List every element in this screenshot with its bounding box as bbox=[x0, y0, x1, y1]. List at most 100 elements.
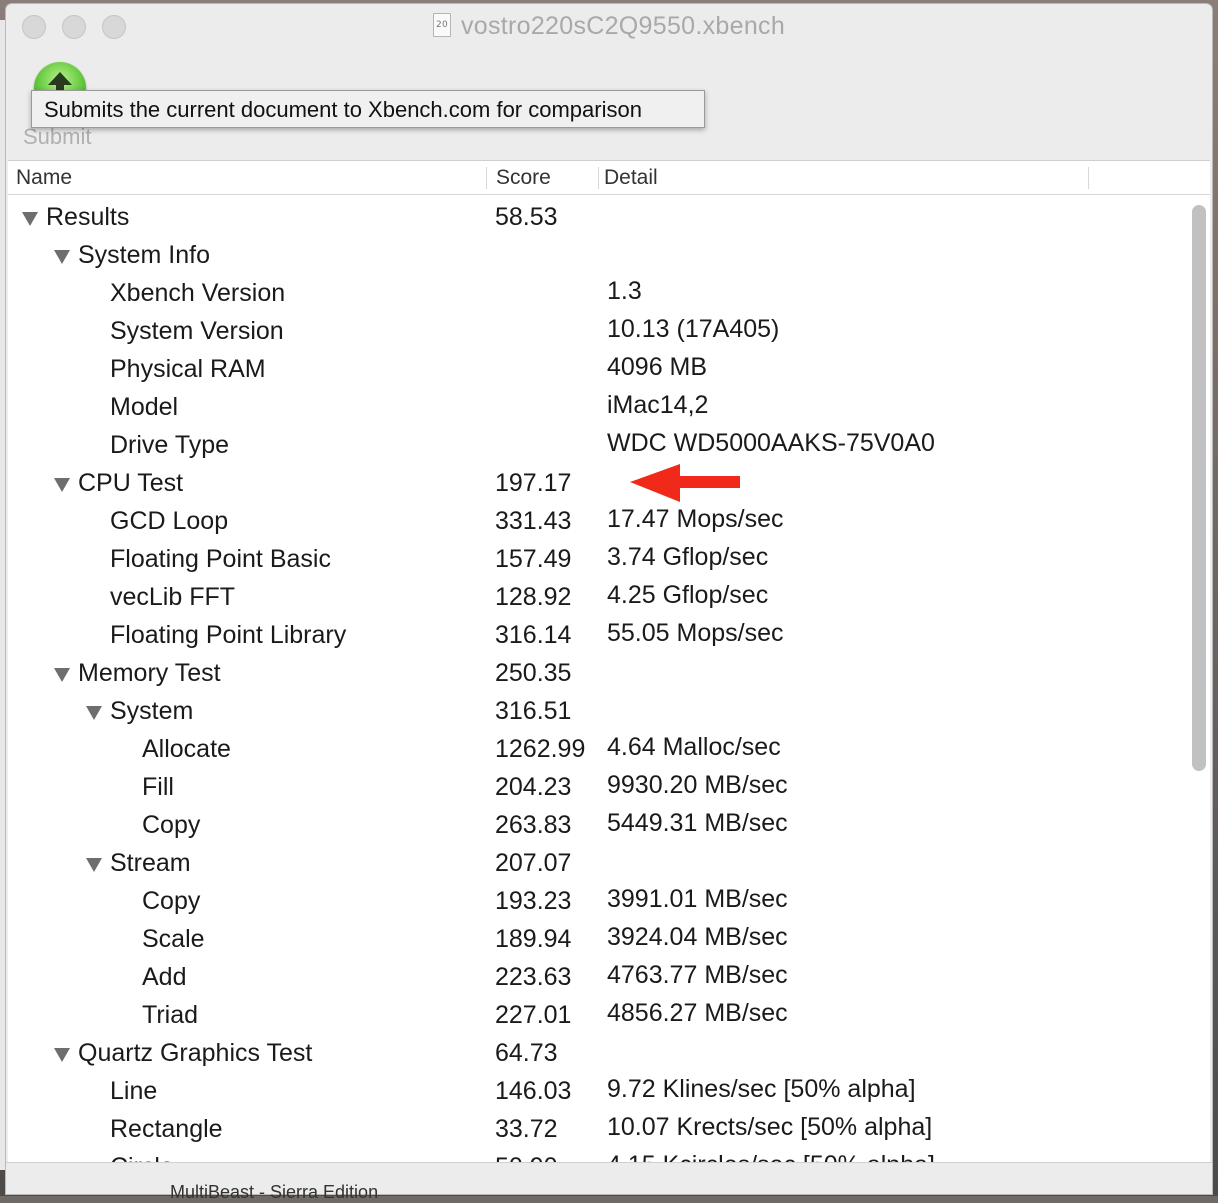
submit-tooltip: Submits the current document to Xbench.c… bbox=[31, 90, 705, 128]
table-row[interactable]: Memory Test 250.35 bbox=[8, 655, 1188, 693]
row-name: Scale bbox=[142, 925, 205, 953]
disclosure-triangle-icon[interactable] bbox=[54, 478, 70, 492]
xbench-window: 20 vostro220sC2Q9550.xbench Submit Submit… bbox=[6, 4, 1212, 1194]
window-title: vostro220sC2Q9550.xbench bbox=[460, 12, 786, 40]
row-score: 58.53 bbox=[495, 203, 558, 231]
row-score: 250.35 bbox=[495, 659, 572, 687]
row-detail: 1.3 bbox=[607, 277, 642, 305]
table-row[interactable]: Line 146.03 9.72 Klines/sec [50% alpha] bbox=[8, 1073, 1188, 1111]
row-name: Results bbox=[46, 203, 130, 231]
vertical-scrollbar[interactable] bbox=[1188, 201, 1210, 1163]
disclosure-triangle-icon[interactable] bbox=[86, 706, 102, 720]
disclosure-triangle-icon[interactable] bbox=[86, 858, 102, 872]
scrollbar-thumb[interactable] bbox=[1192, 205, 1206, 771]
row-name: vecLib FFT bbox=[110, 583, 236, 611]
column-separator[interactable] bbox=[1088, 167, 1089, 189]
table-row[interactable]: Drive Type WDC WD5000AAKS-75V0A0 bbox=[8, 427, 1188, 465]
row-detail: 10.07 Krects/sec [50% alpha] bbox=[607, 1113, 933, 1141]
row-name: Copy bbox=[142, 887, 201, 915]
table-row[interactable]: Quartz Graphics Test 64.73 bbox=[8, 1035, 1188, 1073]
table-row[interactable]: Circle50.904.15 Kcircles/sec [50% alpha] bbox=[8, 1149, 1188, 1163]
table-row[interactable]: System Info bbox=[8, 237, 1188, 275]
row-name: Floating Point Library bbox=[110, 621, 347, 649]
table-row[interactable]: Copy 263.83 5449.31 MB/sec bbox=[8, 807, 1188, 845]
row-name: Fill bbox=[142, 773, 174, 801]
table-row[interactable]: System 316.51 bbox=[8, 693, 1188, 731]
row-name: System bbox=[110, 697, 194, 725]
row-detail: 9.72 Klines/sec [50% alpha] bbox=[607, 1075, 916, 1103]
table-row[interactable]: Add 223.63 4763.77 MB/sec bbox=[8, 959, 1188, 997]
table-rows: Results 58.53 System Info Xbench Version 1.3… bbox=[8, 199, 1188, 1163]
row-name: Drive Type bbox=[110, 431, 230, 459]
table-row[interactable]: GCD Loop 331.43 17.47 Mops/sec bbox=[8, 503, 1188, 541]
row-detail: 4763.77 MB/sec bbox=[607, 961, 788, 989]
disclosure-triangle-icon[interactable] bbox=[54, 668, 70, 682]
row-name: Copy bbox=[142, 811, 201, 839]
table-row[interactable]: Stream 207.07 bbox=[8, 845, 1188, 883]
table-row[interactable]: Allocate 1262.99 4.64 Malloc/sec bbox=[8, 731, 1188, 769]
table-row[interactable]: Rectangle 33.72 10.07 Krects/sec [50% alph… bbox=[8, 1111, 1188, 1149]
row-name: Triad bbox=[142, 1001, 199, 1029]
titlebar[interactable]: 20 vostro220sC2Q9550.xbench bbox=[6, 4, 1212, 56]
row-score: 227.01 bbox=[495, 1001, 572, 1029]
table-row[interactable]: Results 58.53 bbox=[8, 199, 1188, 237]
column-header-name[interactable]: Name bbox=[16, 161, 72, 194]
row-score: 193.23 bbox=[495, 887, 572, 915]
column-separator[interactable] bbox=[486, 167, 487, 189]
row-score: 33.72 bbox=[495, 1115, 558, 1143]
column-header-detail[interactable]: Detail bbox=[604, 161, 658, 194]
row-name: Allocate bbox=[142, 735, 231, 763]
table-row[interactable]: Copy 193.23 3991.01 MB/sec bbox=[8, 883, 1188, 921]
table-row[interactable]: Physical RAM 4096 MB bbox=[8, 351, 1188, 389]
document-icon-label: 20 bbox=[435, 20, 449, 30]
row-score: 197.17 bbox=[495, 469, 572, 497]
table-row[interactable]: Fill 204.23 9930.20 MB/sec bbox=[8, 769, 1188, 807]
table-header: Name Score Detail bbox=[8, 161, 1210, 195]
row-score: 128.92 bbox=[495, 583, 572, 611]
row-name: GCD Loop bbox=[110, 507, 229, 535]
row-detail: 5449.31 MB/sec bbox=[607, 809, 788, 837]
row-score: 316.14 bbox=[495, 621, 572, 649]
table-row[interactable]: Triad 227.01 4856.27 MB/sec bbox=[8, 997, 1188, 1035]
column-separator[interactable] bbox=[598, 167, 599, 189]
table-row[interactable]: vecLib FFT 128.92 4.25 Gflop/sec bbox=[8, 579, 1188, 617]
disclosure-triangle-icon[interactable] bbox=[54, 250, 70, 264]
row-name: Rectangle bbox=[110, 1115, 223, 1143]
row-score: 157.49 bbox=[495, 545, 572, 573]
red-arrow-left-icon bbox=[630, 464, 742, 519]
row-score: 189.94 bbox=[495, 925, 572, 953]
disclosure-triangle-icon[interactable] bbox=[54, 1048, 70, 1062]
row-name: Stream bbox=[110, 849, 191, 877]
row-detail: 9930.20 MB/sec bbox=[607, 771, 788, 799]
row-score: 263.83 bbox=[495, 811, 572, 839]
table-row[interactable]: Model iMac14,2 bbox=[8, 389, 1188, 427]
disclosure-triangle-icon[interactable] bbox=[22, 212, 38, 226]
table-row[interactable]: Scale 189.94 3924.04 MB/sec bbox=[8, 921, 1188, 959]
row-detail: 3991.01 MB/sec bbox=[607, 885, 788, 913]
row-score: 64.73 bbox=[495, 1039, 558, 1067]
row-score: 316.51 bbox=[495, 697, 572, 725]
row-name: Line bbox=[110, 1077, 158, 1105]
row-name: Model bbox=[110, 393, 179, 421]
row-name: System Version bbox=[110, 317, 284, 345]
row-name: Physical RAM bbox=[110, 355, 266, 383]
table-row[interactable]: Floating Point Library 316.14 55.05 Mops/s… bbox=[8, 617, 1188, 655]
row-name: Add bbox=[142, 963, 187, 991]
row-score: 204.23 bbox=[495, 773, 572, 801]
table-row[interactable]: System Version 10.13 (17A405) bbox=[8, 313, 1188, 351]
row-detail: 4096 MB bbox=[607, 353, 708, 381]
table-row[interactable]: Xbench Version 1.3 bbox=[8, 275, 1188, 313]
row-detail: 4.64 Malloc/sec bbox=[607, 733, 781, 761]
table-row[interactable]: CPU Test 197.17 bbox=[8, 465, 1188, 503]
table-row[interactable]: Floating Point Basic 157.49 3.74 Gflop/sec bbox=[8, 541, 1188, 579]
column-header-score[interactable]: Score bbox=[496, 161, 551, 194]
row-name: System Info bbox=[78, 241, 210, 269]
row-name: CPU Test bbox=[78, 469, 184, 497]
row-detail: 4856.27 MB/sec bbox=[607, 999, 788, 1027]
row-detail: WDC WD5000AAKS-75V0A0 bbox=[607, 429, 935, 457]
row-detail: iMac14,2 bbox=[607, 391, 709, 419]
document-icon: 20 bbox=[432, 13, 451, 37]
window-title-area: 20 vostro220sC2Q9550.xbench bbox=[6, 12, 1212, 41]
row-detail: 55.05 Mops/sec bbox=[607, 619, 784, 647]
results-outline-view[interactable]: Name Score Detail Results 58.53 System Inf… bbox=[8, 160, 1210, 1163]
